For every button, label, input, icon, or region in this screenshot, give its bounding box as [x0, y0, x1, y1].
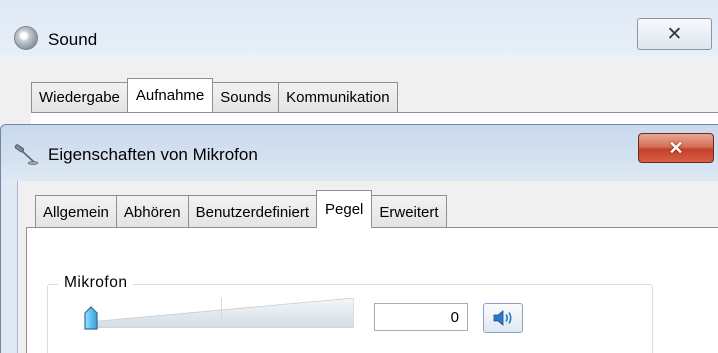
- tab-allgemein[interactable]: Allgemein: [35, 195, 117, 228]
- close-icon: ✕: [668, 137, 684, 158]
- slider-tick-mark: [221, 298, 222, 324]
- tab-erweitert[interactable]: Erweitert: [371, 195, 447, 228]
- microphone-icon: [14, 144, 39, 165]
- level-value-field[interactable]: 0: [374, 303, 468, 331]
- mic-dialog-titlebar[interactable]: Eigenschaften von Mikrofon ✕: [1, 125, 718, 181]
- tab-aufnahme[interactable]: Aufnahme: [126, 78, 214, 112]
- tab-wiedergabe[interactable]: Wiedergabe: [31, 82, 128, 112]
- tab-benutzerdefiniert[interactable]: Benutzerdefiniert: [187, 195, 317, 228]
- mic-close-button[interactable]: ✕: [638, 133, 714, 163]
- sound-titlebar[interactable]: Sound ✕: [0, 0, 718, 62]
- tab-abhoeren[interactable]: Abhören: [115, 195, 189, 228]
- sound-tabs: Wiedergabe Aufnahme Sounds Kommunikation: [31, 78, 398, 112]
- sound-close-button[interactable]: ✕: [637, 18, 712, 50]
- tab-pegel[interactable]: Pegel: [316, 190, 373, 228]
- close-icon: ✕: [666, 23, 683, 45]
- mic-dialog-title: Eigenschaften von Mikrofon: [48, 145, 258, 164]
- sound-icon: [14, 26, 38, 50]
- tab-kommunikation[interactable]: Kommunikation: [278, 82, 398, 112]
- mute-toggle-button[interactable]: [483, 303, 523, 333]
- mikrofon-group-label: Mikrofon: [58, 274, 134, 292]
- tab-sounds[interactable]: Sounds: [212, 82, 280, 112]
- sound-window-title: Sound: [48, 30, 98, 49]
- level-value: 0: [450, 308, 459, 326]
- level-slider-thumb[interactable]: [82, 306, 100, 330]
- mic-tabs: Allgemein Abhören Benutzerdefiniert Pege…: [35, 190, 447, 228]
- speaker-icon: [493, 310, 512, 326]
